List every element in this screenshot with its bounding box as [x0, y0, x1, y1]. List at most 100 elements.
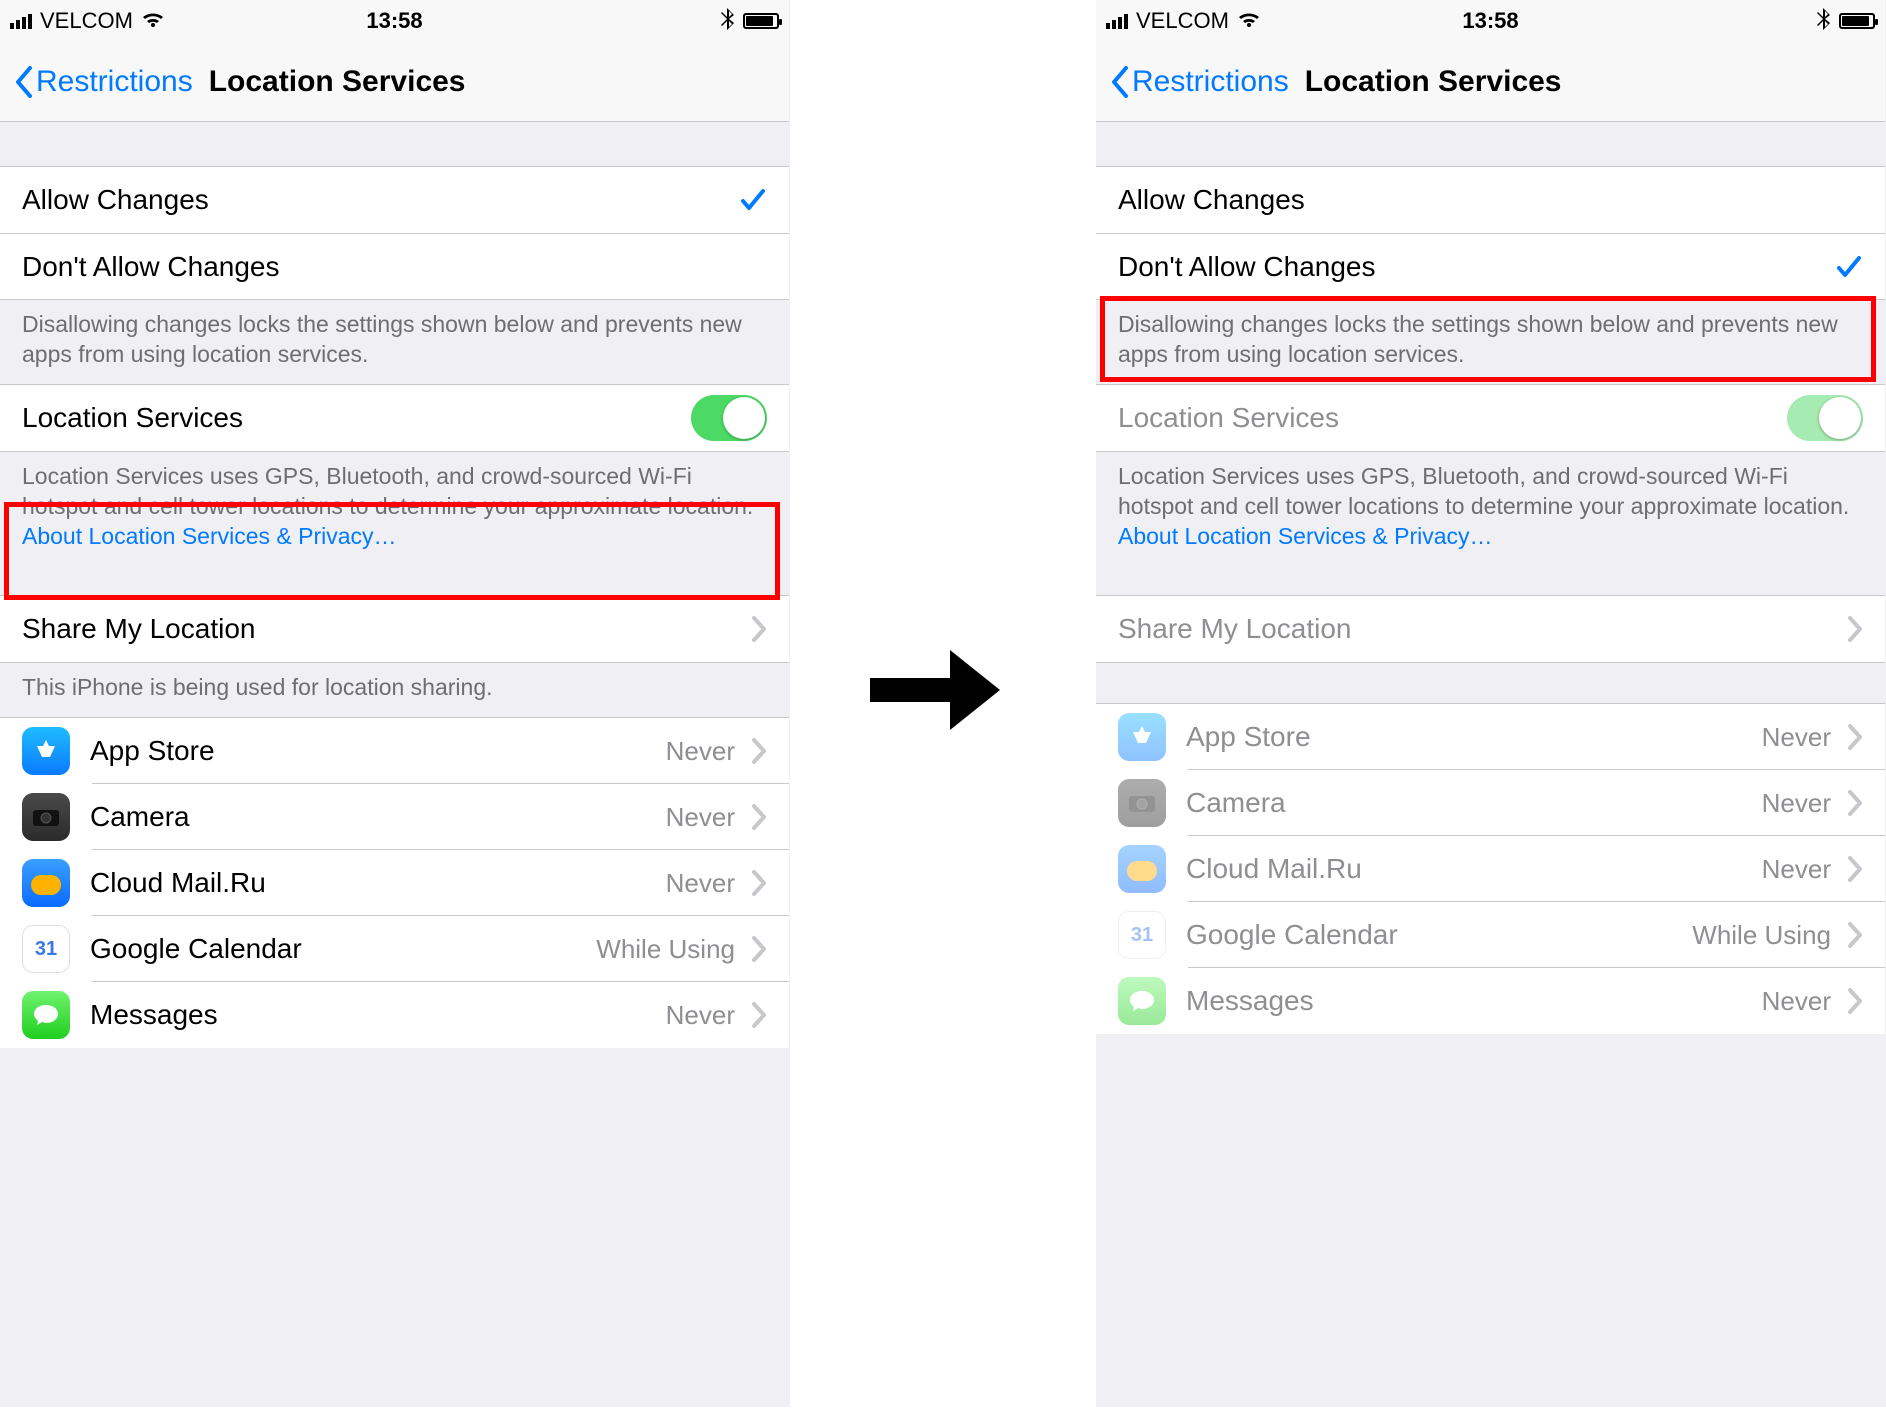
app-row-gcal: 31 Google Calendar While Using — [1096, 902, 1885, 968]
bluetooth-icon — [721, 8, 735, 35]
app-name: Cloud Mail.Ru — [1186, 853, 1762, 885]
cloudmail-icon — [1118, 845, 1166, 893]
app-value: Never — [1762, 722, 1831, 753]
page-title: Location Services — [209, 65, 466, 99]
phone-right: VELCOM 13:58 Restrictions Location Servi… — [1096, 0, 1886, 1407]
allow-changes-group: Allow Changes Don't Allow Changes — [0, 166, 789, 300]
app-row-cloudmail[interactable]: Cloud Mail.Ru Never — [0, 850, 789, 916]
camera-icon — [1118, 779, 1166, 827]
loc-desc-text: Location Services uses GPS, Bluetooth, a… — [1118, 463, 1849, 519]
app-name: Cloud Mail.Ru — [90, 867, 666, 899]
app-name: App Store — [90, 735, 666, 767]
chevron-right-icon — [751, 870, 767, 896]
share-location-group: Share My Location — [1096, 595, 1885, 663]
option-dont-allow-changes[interactable]: Don't Allow Changes — [1096, 233, 1885, 299]
status-bar: VELCOM 13:58 — [0, 0, 789, 42]
option-dont-allow-changes[interactable]: Don't Allow Changes — [0, 233, 789, 299]
option-dont-allow-label: Don't Allow Changes — [1118, 251, 1835, 283]
chevron-right-icon — [1847, 724, 1863, 750]
wifi-icon — [141, 8, 165, 34]
app-row-messages[interactable]: Messages Never — [0, 982, 789, 1048]
carrier-label: VELCOM — [40, 8, 133, 34]
chevron-right-icon — [751, 804, 767, 830]
clock: 13:58 — [1462, 8, 1518, 34]
back-button[interactable]: Restrictions — [36, 65, 193, 99]
option-allow-changes[interactable]: Allow Changes — [1096, 167, 1885, 233]
changes-footer: Disallowing changes locks the settings s… — [1096, 300, 1885, 384]
app-list: App Store Never Camera Never Cloud Mail.… — [1096, 703, 1885, 1034]
chevron-right-icon — [751, 616, 767, 642]
row-location-services: Location Services — [1096, 385, 1885, 451]
app-value: Never — [666, 868, 735, 899]
app-row-gcal[interactable]: 31 Google Calendar While Using — [0, 916, 789, 982]
app-list: App Store Never Camera Never Cloud Mail.… — [0, 717, 789, 1048]
gcal-icon: 31 — [1118, 911, 1166, 959]
back-button[interactable]: Restrictions — [1132, 65, 1289, 99]
changes-footer: Disallowing changes locks the settings s… — [0, 300, 789, 384]
about-privacy-link[interactable]: About Location Services & Privacy… — [22, 523, 397, 549]
option-allow-changes[interactable]: Allow Changes — [0, 167, 789, 233]
app-name: Messages — [1186, 985, 1762, 1017]
share-location-label: Share My Location — [22, 613, 741, 645]
option-allow-label: Allow Changes — [22, 184, 739, 216]
app-row-messages: Messages Never — [1096, 968, 1885, 1034]
row-location-services[interactable]: Location Services — [0, 385, 789, 451]
wifi-icon — [1237, 8, 1261, 34]
app-name: Camera — [1186, 787, 1762, 819]
chevron-right-icon — [1847, 922, 1863, 948]
loc-desc-text: Location Services uses GPS, Bluetooth, a… — [22, 463, 753, 519]
carrier-label: VELCOM — [1136, 8, 1229, 34]
option-allow-label: Allow Changes — [1118, 184, 1863, 216]
app-row-appstore[interactable]: App Store Never — [0, 718, 789, 784]
chevron-right-icon — [751, 1002, 767, 1028]
back-chevron-icon[interactable] — [14, 66, 32, 98]
allow-changes-group: Allow Changes Don't Allow Changes — [1096, 166, 1885, 300]
gcal-icon: 31 — [22, 925, 70, 973]
app-value: While Using — [596, 934, 735, 965]
bluetooth-icon — [1817, 8, 1831, 35]
share-location-footer: This iPhone is being used for location s… — [0, 663, 789, 717]
appstore-icon — [22, 727, 70, 775]
app-row-cloudmail: Cloud Mail.Ru Never — [1096, 836, 1885, 902]
location-services-footer: Location Services uses GPS, Bluetooth, a… — [0, 452, 789, 566]
messages-icon — [1118, 977, 1166, 1025]
row-share-location: Share My Location — [1096, 596, 1885, 662]
annotation-arrow-icon — [870, 650, 1000, 730]
checkmark-icon — [1835, 253, 1863, 281]
share-location-label: Share My Location — [1118, 613, 1837, 645]
status-bar: VELCOM 13:58 — [1096, 0, 1885, 42]
app-name: Messages — [90, 999, 666, 1031]
app-row-appstore: App Store Never — [1096, 704, 1885, 770]
app-name: App Store — [1186, 721, 1762, 753]
about-privacy-link[interactable]: About Location Services & Privacy… — [1118, 523, 1493, 549]
share-location-group: Share My Location — [0, 595, 789, 663]
location-services-label: Location Services — [22, 402, 691, 434]
signal-bars-icon — [10, 14, 32, 29]
phone-left: VELCOM 13:58 Restrictions Location Servi… — [0, 0, 790, 1407]
chevron-right-icon — [1847, 856, 1863, 882]
location-services-toggle[interactable] — [691, 395, 767, 441]
chevron-right-icon — [1847, 988, 1863, 1014]
row-share-location[interactable]: Share My Location — [0, 596, 789, 662]
location-services-group: Location Services — [0, 384, 789, 452]
app-value: While Using — [1692, 920, 1831, 951]
app-value: Never — [666, 1000, 735, 1031]
app-value: Never — [666, 736, 735, 767]
location-services-footer: Location Services uses GPS, Bluetooth, a… — [1096, 452, 1885, 566]
app-row-camera[interactable]: Camera Never — [0, 784, 789, 850]
back-chevron-icon[interactable] — [1110, 66, 1128, 98]
battery-icon — [743, 13, 779, 29]
location-services-label: Location Services — [1118, 402, 1787, 434]
page-title: Location Services — [1305, 65, 1562, 99]
app-name: Camera — [90, 801, 666, 833]
option-dont-allow-label: Don't Allow Changes — [22, 251, 767, 283]
camera-icon — [22, 793, 70, 841]
signal-bars-icon — [1106, 14, 1128, 29]
app-value: Never — [666, 802, 735, 833]
appstore-icon — [1118, 713, 1166, 761]
chevron-right-icon — [1847, 616, 1863, 642]
location-services-toggle — [1787, 395, 1863, 441]
nav-header: Restrictions Location Services — [1096, 42, 1885, 122]
clock: 13:58 — [366, 8, 422, 34]
app-name: Google Calendar — [90, 933, 596, 965]
